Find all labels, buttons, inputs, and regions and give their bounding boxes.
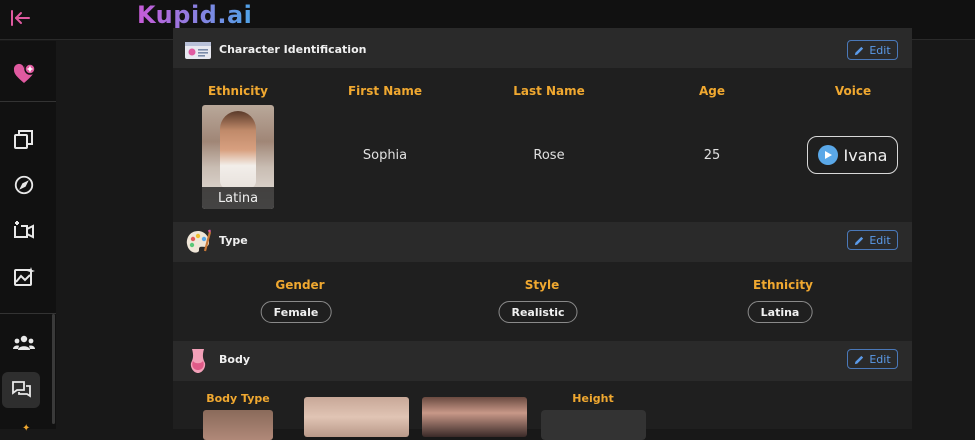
add-heart-icon — [13, 63, 36, 83]
section-title: Body — [219, 353, 250, 366]
section-header-type: Type Edit — [173, 222, 912, 262]
sidebar-item-explore[interactable] — [8, 169, 40, 201]
palette-icon — [185, 229, 212, 255]
ethnicity-column-label: Ethnicity — [208, 84, 268, 98]
age-column-label: Age — [698, 84, 726, 98]
last-name-value: Rose — [533, 148, 565, 163]
style-pill: Realistic — [498, 301, 578, 323]
edit-label: Edit — [869, 233, 891, 247]
age-value: 25 — [703, 148, 721, 163]
gender-label: Gender — [275, 278, 325, 292]
last-name-column-label: Last Name — [513, 84, 585, 98]
stack-icon — [14, 130, 33, 149]
sidebar-item-chat[interactable] — [2, 372, 40, 408]
section-header-identification: Character Identification Edit — [173, 28, 912, 68]
chat-icon — [12, 381, 31, 398]
type-ethnicity-label: Ethnicity — [753, 278, 813, 292]
character-portrait — [220, 111, 256, 189]
app-logo[interactable]: Kupid.ai — [137, 1, 252, 29]
compass-icon — [14, 175, 34, 195]
video-icon — [14, 221, 34, 239]
sidebar: ✦ — [0, 41, 56, 434]
type-ethnicity-pill: Latina — [747, 301, 813, 323]
first-name-column-label: First Name — [347, 84, 423, 98]
edit-label: Edit — [869, 352, 891, 366]
first-name-value: Sophia — [362, 148, 408, 163]
ethnicity-thumbnail[interactable]: Latina — [202, 105, 274, 209]
sidebar-item-images[interactable] — [8, 261, 40, 293]
id-card-icon — [185, 40, 211, 60]
style-label: Style — [524, 278, 560, 292]
body-type-label: Body Type — [206, 392, 270, 405]
sidebar-divider — [0, 313, 56, 314]
pencil-icon — [855, 45, 865, 55]
collapse-sidebar-icon[interactable] — [8, 6, 32, 30]
section-header-body: Body Edit — [173, 341, 912, 381]
height-field[interactable] — [541, 410, 646, 440]
gender-pill: Female — [260, 301, 332, 323]
body-option-image[interactable] — [304, 397, 409, 437]
edit-body-button[interactable]: Edit — [847, 349, 898, 369]
sidebar-item-video[interactable] — [8, 214, 40, 246]
sidebar-scrollbar[interactable] — [52, 314, 55, 424]
group-icon — [13, 335, 35, 350]
edit-label: Edit — [869, 43, 891, 57]
play-icon — [817, 145, 838, 165]
voice-name: Ivana — [843, 145, 888, 165]
pencil-icon — [855, 354, 865, 364]
body-type-thumbnail[interactable] — [203, 410, 273, 440]
voice-column-label: Voice — [834, 84, 872, 98]
section-title: Character Identification — [219, 43, 367, 56]
image-sparkle-icon — [14, 267, 35, 286]
body-icon — [185, 348, 211, 374]
edit-type-button[interactable]: Edit — [847, 230, 898, 250]
character-details-panel: Character Identification Edit Ethnicity … — [173, 28, 912, 440]
body-option-image[interactable] — [422, 397, 527, 437]
ethnicity-caption: Latina — [202, 187, 274, 209]
voice-play-button[interactable]: Ivana — [807, 136, 898, 174]
sidebar-item-gallery[interactable] — [8, 123, 40, 155]
pencil-icon — [855, 235, 865, 245]
sidebar-divider — [0, 101, 56, 102]
height-label: Height — [572, 392, 614, 405]
edit-identification-button[interactable]: Edit — [847, 40, 898, 60]
sidebar-item-create-character[interactable] — [8, 58, 40, 90]
sidebar-item-community[interactable] — [8, 327, 40, 359]
section-title: Type — [219, 234, 248, 247]
